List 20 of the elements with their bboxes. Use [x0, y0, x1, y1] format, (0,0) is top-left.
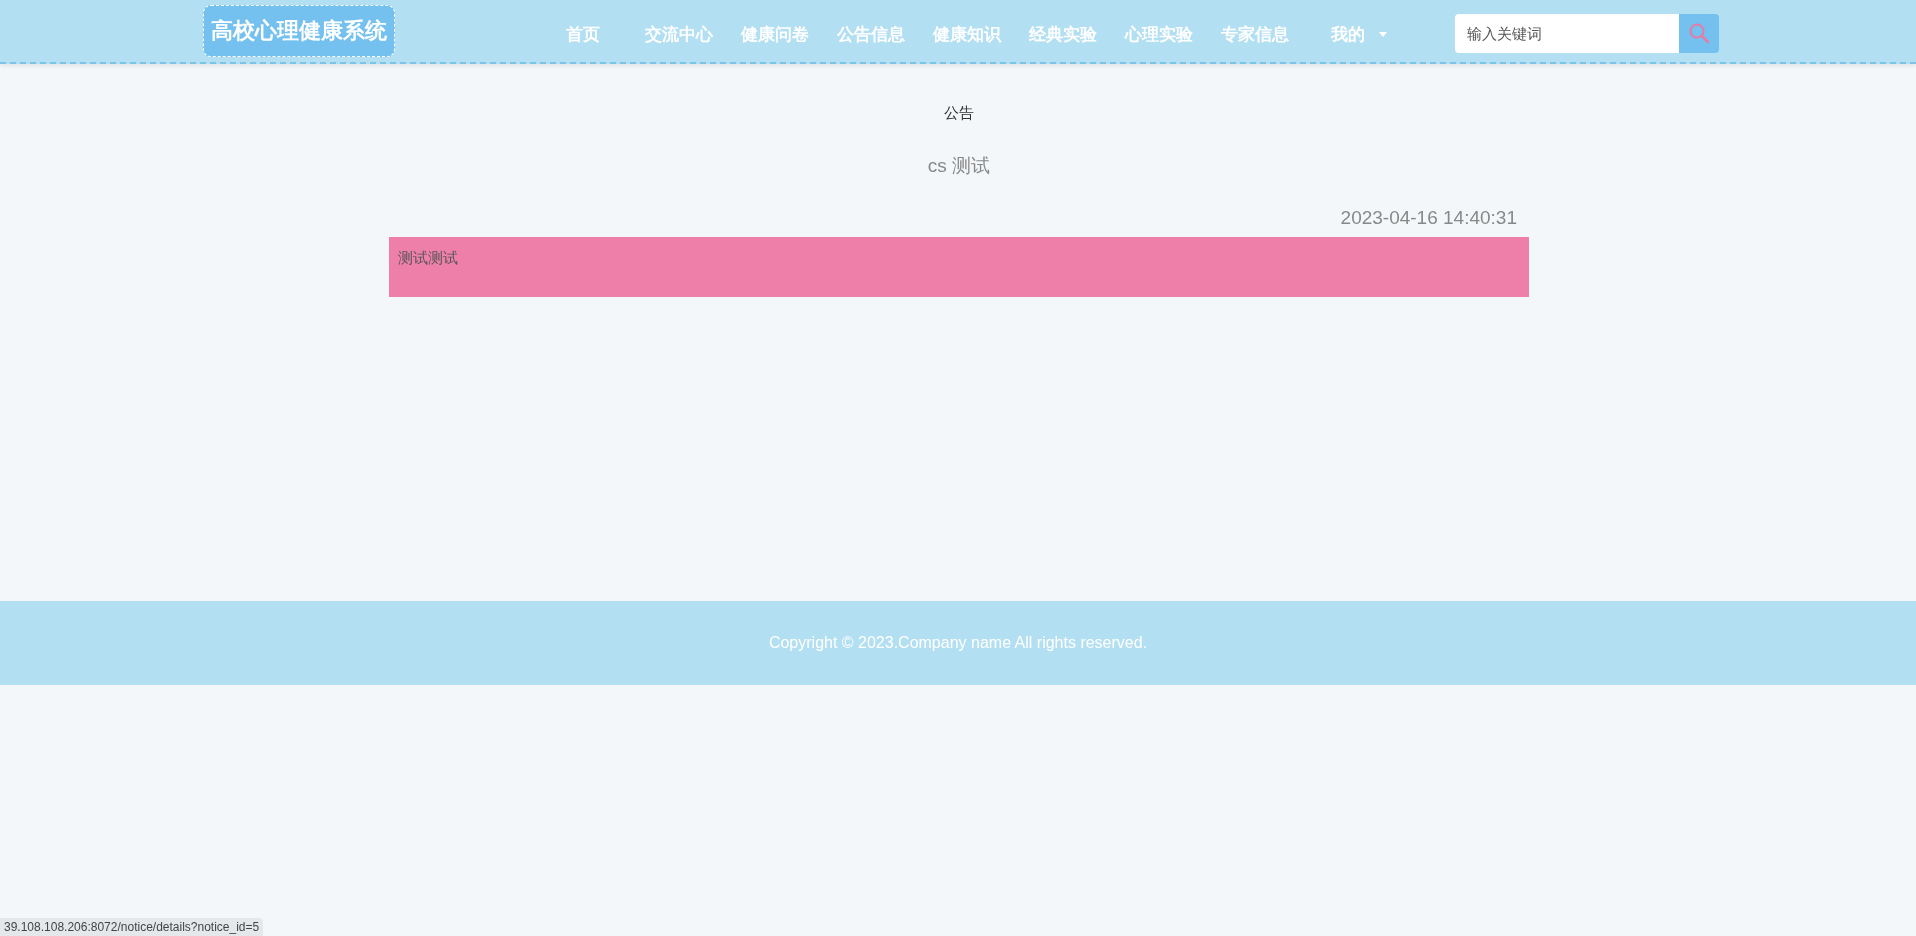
caret-icon: [1379, 31, 1387, 37]
search-field[interactable]: 输入关键词: [1455, 13, 1679, 53]
nav-link[interactable]: 专家信息: [1207, 22, 1303, 46]
section-heading: 公告: [943, 104, 975, 123]
nav-link[interactable]: 心理实验: [1111, 22, 1207, 46]
copyright-text: Copyright © 2023.Company name All rights reserved.: [768, 634, 1148, 652]
nav-link[interactable]: 经典实验: [1015, 22, 1111, 46]
notice-title: cs 测试: [926, 154, 992, 178]
nav-link[interactable]: 健康知识: [919, 22, 1015, 46]
status-url: 39.108.108.206:8072/notice/details?notice_id=5: [0, 918, 264, 936]
nav-link[interactable]: 公告信息: [823, 22, 919, 46]
site-logo[interactable]: 高校心理健康系统: [203, 5, 395, 57]
user-menu[interactable]: 我的: [1331, 22, 1387, 46]
search-button[interactable]: [1679, 13, 1719, 53]
nav-link[interactable]: 首页: [535, 22, 631, 46]
nav-link[interactable]: 交流中心: [631, 22, 727, 46]
search-icon: [1688, 22, 1710, 44]
notice-date: 2023-04-16 14:40:31: [1339, 207, 1518, 229]
nav-link[interactable]: 健康问卷: [727, 22, 823, 46]
notice-body: 测试测试: [389, 237, 1529, 297]
